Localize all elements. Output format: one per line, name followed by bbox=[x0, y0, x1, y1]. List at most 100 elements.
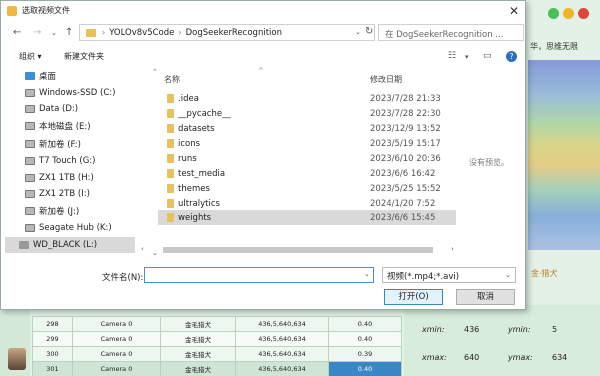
nav-item-desktop[interactable]: 桌面 bbox=[25, 68, 56, 84]
ymin-value: 5 bbox=[552, 325, 558, 334]
scroll-left-icon[interactable]: ‹ bbox=[141, 245, 144, 253]
file-date: 2023/6/10 20:36 bbox=[370, 153, 441, 164]
nav-item-drive-k[interactable]: Seagate Hub (K:) bbox=[25, 220, 112, 236]
file-name: runs bbox=[178, 153, 197, 164]
breadcrumb-item[interactable]: DogSeekerRecognition bbox=[186, 28, 282, 38]
row-conf: 0.40 bbox=[328, 316, 402, 332]
file-row[interactable]: datasets 2023/12/9 13:52 bbox=[158, 121, 456, 136]
file-type-select[interactable]: 视频(*.mp4;*.avi) ⌄ bbox=[382, 267, 516, 283]
file-date: 2023/7/28 22:30 bbox=[370, 108, 441, 119]
xmin-value: 436 bbox=[464, 325, 480, 334]
file-name: ultralytics bbox=[178, 198, 220, 209]
nav-item-drive-f[interactable]: 新加卷 (F:) bbox=[25, 136, 81, 152]
row-conf: 0.40 bbox=[328, 361, 402, 376]
breadcrumb-separator: › bbox=[102, 28, 106, 37]
file-row[interactable]: icons 2023/5/19 15:17 bbox=[158, 136, 456, 151]
xmax-label: xmax: bbox=[422, 353, 447, 362]
file-date: 2023/5/25 15:52 bbox=[370, 183, 441, 194]
new-folder-button[interactable]: 新建文件夹 bbox=[64, 51, 104, 62]
nav-item-drive-h[interactable]: ZX1 1TB (H:) bbox=[25, 170, 94, 186]
file-row[interactable]: .idea 2023/7/28 21:33 bbox=[158, 91, 456, 106]
file-row[interactable]: ultralytics 2024/1/20 7:52 bbox=[158, 196, 456, 211]
refresh-icon[interactable]: ↻ bbox=[365, 26, 373, 37]
nav-item-label: 新加卷 (J:) bbox=[39, 207, 80, 217]
horizontal-scrollbar[interactable]: ‹ › bbox=[141, 245, 459, 255]
drive-icon bbox=[25, 122, 35, 130]
preview-pane-icon[interactable]: ▭ bbox=[483, 51, 492, 61]
nav-item-label: Windows-SSD (C:) bbox=[39, 88, 116, 98]
row-camera: Camera 0 bbox=[72, 331, 161, 347]
file-name: .idea bbox=[178, 93, 199, 104]
nav-item-label: 新加卷 (F:) bbox=[39, 140, 81, 150]
app-slogan: 华，思维无限 bbox=[530, 42, 578, 51]
nav-item-drive-e[interactable]: 本地磁盘 (E:) bbox=[25, 118, 91, 134]
table-row[interactable]: 300 Camera 0 金毛猎犬 436,5,640,634 0.39 bbox=[32, 346, 402, 362]
row-camera: Camera 0 bbox=[72, 316, 161, 332]
breadcrumb-item[interactable]: YOLOv8v5Code bbox=[109, 28, 174, 38]
help-icon[interactable]: ? bbox=[506, 51, 517, 62]
folder-icon bbox=[167, 139, 174, 148]
organize-button[interactable]: 组织 ▾ bbox=[19, 51, 42, 62]
forward-arrow-icon[interactable]: → bbox=[33, 27, 41, 38]
nav-item-drive-g[interactable]: T7 Touch (G:) bbox=[25, 153, 95, 169]
row-conf: 0.39 bbox=[328, 346, 402, 362]
desktop-icon bbox=[25, 72, 35, 80]
window-controls bbox=[548, 8, 589, 19]
nav-item-drive-d[interactable]: Data (D:) bbox=[25, 101, 78, 117]
ymin-label: ymin: bbox=[508, 325, 531, 334]
file-name: themes bbox=[178, 183, 210, 194]
scroll-up-icon[interactable]: ⌃ bbox=[152, 68, 158, 76]
filename-label: 文件名(N): bbox=[102, 273, 144, 283]
scrollbar-thumb[interactable] bbox=[163, 247, 433, 253]
file-row-selected[interactable]: weights 2023/6/6 15:45 bbox=[158, 210, 456, 225]
address-bar[interactable]: › YOLOv8v5Code › DogSeekerRecognition ⌄ … bbox=[79, 24, 375, 41]
nav-item-drive-i[interactable]: ZX1 2TB (I:) bbox=[25, 186, 90, 202]
filename-input[interactable] bbox=[144, 267, 374, 283]
cancel-button[interactable]: 取消 bbox=[456, 289, 515, 305]
close-icon[interactable]: ✕ bbox=[509, 4, 519, 18]
file-row[interactable]: test_media 2023/6/6 16:42 bbox=[158, 166, 456, 181]
recent-chevron-icon[interactable]: ⌄ bbox=[51, 29, 57, 37]
search-input[interactable]: 在 DogSeekerRecognition ... bbox=[378, 24, 524, 41]
folder-icon bbox=[167, 94, 174, 103]
file-date: 2023/6/6 16:42 bbox=[370, 168, 436, 179]
view-dropdown-icon[interactable]: ▾ bbox=[465, 53, 469, 61]
scroll-right-icon[interactable]: › bbox=[451, 245, 454, 253]
drive-icon bbox=[25, 157, 35, 165]
file-row[interactable]: runs 2023/6/10 20:36 bbox=[158, 151, 456, 166]
drive-icon bbox=[25, 140, 35, 148]
file-row[interactable]: __pycache__ 2023/7/28 22:30 bbox=[158, 106, 456, 121]
maximize-dot[interactable] bbox=[548, 8, 559, 19]
file-row[interactable]: themes 2023/5/25 15:52 bbox=[158, 181, 456, 196]
detection-image-view bbox=[528, 60, 600, 250]
folder-icon bbox=[86, 28, 96, 37]
navigation-pane: 桌面 Windows-SSD (C:) Data (D:) 本地磁盘 (E:) … bbox=[1, 67, 139, 261]
column-header-date[interactable]: 修改日期 bbox=[370, 74, 402, 85]
table-row-selected[interactable]: 301 Camera 0 金毛猎犬 436,5,640,634 0.40 bbox=[32, 361, 402, 376]
row-class: 金毛猎犬 bbox=[160, 331, 236, 347]
back-arrow-icon[interactable]: ← bbox=[13, 27, 21, 38]
row-id: 300 bbox=[32, 346, 73, 362]
column-header-name[interactable]: 名称 bbox=[164, 74, 180, 85]
sort-caret-icon: ^ bbox=[258, 67, 264, 75]
table-row[interactable]: 298 Camera 0 金毛猎犬 436,5,640,634 0.40 bbox=[32, 316, 402, 332]
open-button[interactable]: 打开(O) bbox=[384, 289, 443, 305]
file-list-scrollbar[interactable] bbox=[458, 67, 466, 261]
drive-icon bbox=[25, 89, 35, 97]
view-options-icon[interactable]: ☷ bbox=[448, 51, 456, 61]
close-dot[interactable] bbox=[578, 8, 589, 19]
nav-item-drive-j[interactable]: 新加卷 (J:) bbox=[25, 203, 79, 219]
breadcrumb-separator: › bbox=[178, 28, 182, 37]
address-dropdown-icon[interactable]: ⌄ bbox=[355, 28, 361, 36]
nav-item-drive-c[interactable]: Windows-SSD (C:) bbox=[25, 85, 115, 101]
filename-dropdown-icon[interactable]: ⌄ bbox=[364, 270, 370, 278]
table-row[interactable]: 299 Camera 0 金毛猎犬 436,5,640,634 0.40 bbox=[32, 331, 402, 347]
file-name: datasets bbox=[178, 123, 215, 134]
row-camera: Camera 0 bbox=[72, 361, 161, 376]
folder-icon bbox=[167, 154, 174, 163]
minimize-dot[interactable] bbox=[563, 8, 574, 19]
nav-item-drive-l[interactable]: WD_BLACK (L:) bbox=[5, 237, 135, 253]
navigation-bar: ← → ⌄ ↑ › YOLOv8v5Code › DogSeekerRecogn… bbox=[1, 23, 527, 43]
row-id: 298 bbox=[32, 316, 73, 332]
up-arrow-icon[interactable]: ↑ bbox=[65, 27, 73, 38]
